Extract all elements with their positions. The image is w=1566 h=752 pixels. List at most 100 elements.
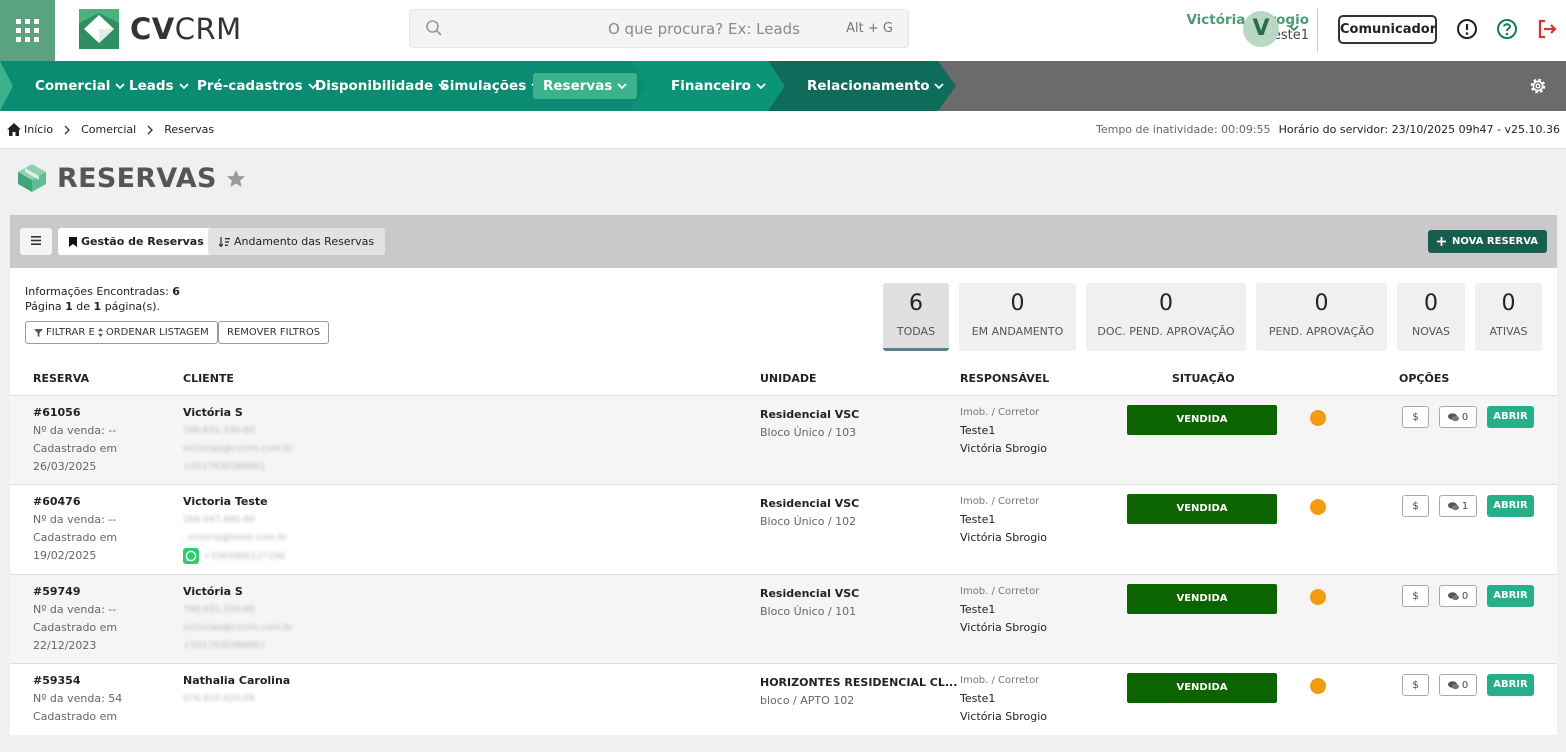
comments-icon	[1447, 412, 1459, 421]
nav-simulacoes[interactable]: Simulações	[440, 73, 541, 99]
status-badge[interactable]: VENDIDA	[1127, 494, 1277, 524]
stat-count: 0	[1010, 291, 1025, 316]
header-divider	[1317, 8, 1318, 52]
messages-button[interactable]: 0	[1439, 674, 1477, 696]
table-row[interactable]: #59354 Nº da venda: 54 Cadastrado em Nat…	[10, 663, 1557, 752]
sale-number: Nº da venda: --	[33, 603, 117, 616]
stat-label: PEND. APROVAÇÃO	[1268, 325, 1375, 338]
cliente-cell: Nathalia Carolina 076.910.820-09	[183, 672, 290, 708]
financial-button[interactable]: $	[1402, 495, 1429, 517]
stat-novas[interactable]: 0 NOVAS	[1397, 283, 1465, 351]
table-row[interactable]: #59749 Nº da venda: -- Cadastrado em 22/…	[10, 574, 1557, 663]
status-badge[interactable]: VENDIDA	[1127, 405, 1277, 435]
logout-icon[interactable]	[1536, 18, 1558, 40]
nav-leads[interactable]: Leads	[129, 73, 189, 99]
star-icon[interactable]	[226, 169, 246, 189]
col-header-unidade[interactable]: UNIDADE	[760, 372, 817, 385]
abrir-button[interactable]: ABRIR	[1487, 585, 1534, 607]
tab-gestao-reservas[interactable]: Gestão de Reservas	[58, 228, 215, 255]
nav-relacionamento[interactable]: Relacionamento	[807, 73, 945, 99]
status-dot	[1310, 499, 1326, 515]
financial-button[interactable]: $	[1402, 674, 1429, 696]
chevron-down-icon[interactable]	[1288, 22, 1300, 34]
nav-pre-cadastros[interactable]: Pré-cadastros	[197, 73, 318, 99]
stat-pend-aprovacao[interactable]: 0 PEND. APROVAÇÃO	[1256, 283, 1387, 351]
stat-count: 0	[1159, 291, 1173, 316]
client-document: 366.047.490-80	[183, 515, 255, 525]
apps-grid-icon[interactable]	[0, 0, 55, 61]
plus-icon	[1437, 237, 1447, 246]
remove-filters-label: REMOVER FILTROS	[227, 327, 321, 338]
unidade-cell: Residencial VSC Bloco Único / 101	[760, 585, 859, 621]
status-badge[interactable]: VENDIDA	[1127, 584, 1277, 614]
col-header-reserva[interactable]: RESERVA	[33, 372, 89, 385]
info-icon[interactable]	[1456, 18, 1478, 40]
responsavel-cell: Imob. / Corretor Teste1 Victória Sbrogio	[960, 583, 1047, 637]
reserva-cell: #61056 Nº da venda: -- Cadastrado em 26/…	[33, 404, 117, 476]
results-found: Informações Encontradas: 6	[25, 284, 180, 299]
nav-financeiro-label: Financeiro	[671, 78, 751, 94]
messages-button[interactable]: 0	[1439, 585, 1477, 607]
tab-andamento-reservas[interactable]: Andamento das Reservas	[208, 228, 386, 255]
pagination-info: Página 1 de 1 página(s).	[25, 299, 180, 314]
reserva-id[interactable]: #59354	[33, 672, 122, 690]
col-header-situacao[interactable]: SITUAÇÃO	[1172, 372, 1235, 385]
breadcrumb-inicio[interactable]: Início	[24, 123, 53, 136]
unit-block: bloco / APTO 102	[760, 694, 855, 707]
responsible-role: Imob. / Corretor	[960, 496, 1040, 507]
status-badge[interactable]: VENDIDA	[1127, 673, 1277, 703]
abrir-button[interactable]: ABRIR	[1487, 495, 1534, 517]
global-search[interactable]: Alt + G	[409, 9, 909, 48]
abrir-button[interactable]: ABRIR	[1487, 406, 1534, 428]
stat-label: NOVAS	[1411, 325, 1451, 338]
client-name[interactable]: Victória S	[183, 583, 293, 601]
financial-button[interactable]: $	[1402, 585, 1429, 607]
chevron-down-icon	[178, 83, 189, 90]
chevron-down-icon	[617, 83, 627, 90]
client-name[interactable]: Victória S	[183, 404, 293, 422]
table-row[interactable]: #61056 Nº da venda: -- Cadastrado em 26/…	[10, 395, 1557, 484]
stat-ativas[interactable]: 0 ATIVAS	[1475, 283, 1542, 351]
financial-button[interactable]: $	[1402, 406, 1429, 428]
stat-doc-pend-aprovacao[interactable]: 0 DOC. PEND. APROVAÇÃO	[1086, 283, 1246, 351]
search-input[interactable]	[470, 10, 800, 47]
col-header-responsavel[interactable]: RESPONSÁVEL	[960, 372, 1049, 385]
sale-number: Nº da venda: --	[33, 513, 117, 526]
reserva-cell: #59749 Nº da venda: -- Cadastrado em 22/…	[33, 583, 117, 655]
stat-label: TODAS	[896, 325, 936, 338]
cvcrm-logo[interactable]: CVCRM	[79, 9, 242, 49]
nova-reserva-button[interactable]: NOVA RESERVA	[1428, 230, 1547, 253]
nav-financeiro[interactable]: Financeiro	[671, 73, 766, 99]
home-icon[interactable]	[7, 123, 21, 136]
reserva-id[interactable]: #60476	[33, 493, 117, 511]
gear-icon[interactable]	[1528, 76, 1548, 96]
nav-pre-cadastros-label: Pré-cadastros	[197, 78, 303, 94]
messages-button[interactable]: 1	[1439, 495, 1477, 517]
reserva-id[interactable]: #59749	[33, 583, 117, 601]
help-icon[interactable]	[1496, 18, 1518, 40]
filter-order-button[interactable]: FILTRAR E ORDENAR LISTAGEM	[25, 321, 218, 344]
abrir-button[interactable]: ABRIR	[1487, 674, 1534, 696]
cliente-cell: Victoria Teste 366.047.490-80 _victoria@…	[183, 493, 287, 566]
nav-disponibilidade[interactable]: Disponibilidade	[315, 73, 448, 99]
breadcrumb-comercial[interactable]: Comercial	[81, 123, 136, 136]
table-row[interactable]: #60476 Nº da venda: -- Cadastrado em 19/…	[10, 484, 1557, 574]
client-name[interactable]: Victoria Teste	[183, 493, 287, 511]
comunicador-button[interactable]: Comunicador	[1338, 15, 1437, 44]
messages-button[interactable]: 0	[1439, 406, 1477, 428]
reserva-id[interactable]: #61056	[33, 404, 117, 422]
nav-comercial[interactable]: Comercial	[35, 73, 126, 99]
client-phone-row: +5565986127336	[183, 547, 287, 566]
filter-icon	[34, 328, 43, 337]
col-header-cliente[interactable]: CLIENTE	[183, 372, 234, 385]
client-name[interactable]: Nathalia Carolina	[183, 672, 290, 690]
remove-filters-button[interactable]: REMOVER FILTROS	[218, 321, 330, 344]
messages-count: 0	[1461, 679, 1469, 691]
menu-toggle-button[interactable]	[20, 228, 52, 255]
whatsapp-icon[interactable]	[183, 548, 199, 564]
avatar[interactable]: V	[1243, 11, 1279, 47]
nav-reservas[interactable]: Reservas	[533, 73, 638, 99]
registered-date: 22/12/2023	[33, 639, 97, 652]
stat-todas[interactable]: 6 TODAS	[883, 283, 949, 351]
stat-em-andamento[interactable]: 0 EM ANDAMENTO	[959, 283, 1076, 351]
